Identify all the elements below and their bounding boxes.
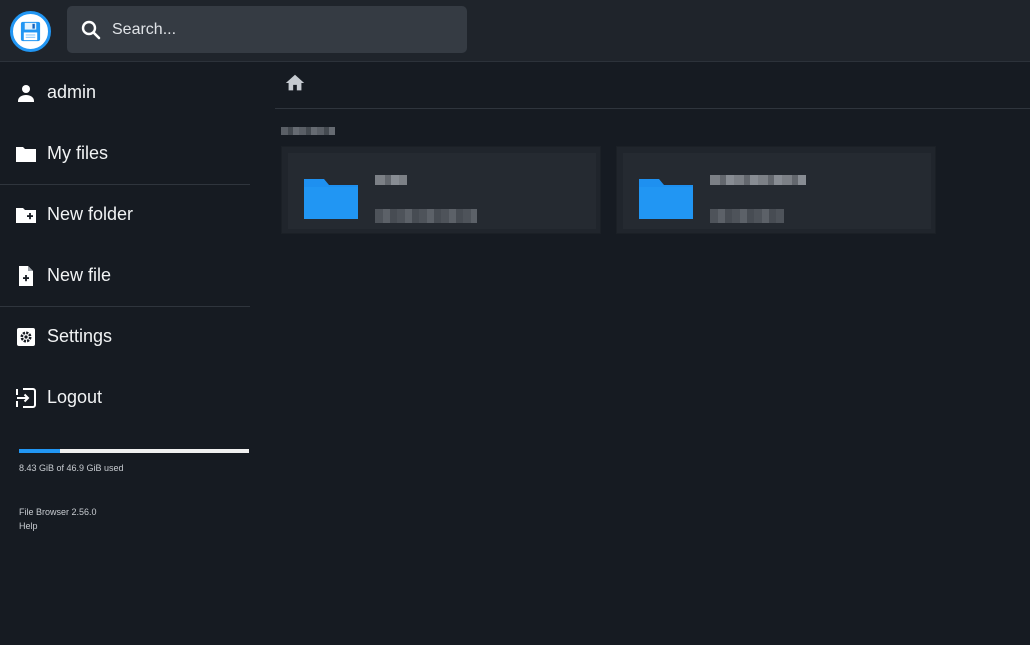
sidebar-item-label: My files — [47, 143, 109, 163]
help-link[interactable]: Help — [19, 519, 97, 533]
storage-usage-fill — [19, 449, 61, 453]
folder-icon — [639, 179, 693, 219]
storage-usage-bar — [19, 449, 249, 453]
folder-item-body — [288, 153, 596, 229]
search-input[interactable] — [110, 19, 440, 40]
sidebar-item-my-files[interactable]: My files — [0, 123, 250, 184]
person-icon — [18, 84, 34, 102]
folder-date-obscured — [710, 209, 784, 223]
sidebar-item-new-file[interactable]: New file — [0, 245, 250, 306]
sidebar: admin My files New folder New file Setti… — [0, 62, 250, 645]
sidebar-item-label: New folder — [47, 204, 134, 224]
sidebar-item-label: New file — [47, 265, 112, 285]
sidebar-item-label: Settings — [47, 326, 113, 346]
folder-item[interactable] — [281, 146, 601, 234]
storage-usage-text: 8.43 GiB of 46.9 GiB used — [19, 463, 124, 473]
version-text: File Browser 2.56.0 — [19, 507, 97, 517]
folder-item-body — [623, 153, 931, 229]
credits: File Browser 2.56.0 Help — [19, 505, 97, 533]
top-header — [0, 0, 1030, 62]
note-add-icon — [19, 265, 33, 286]
sidebar-item-logout[interactable]: Logout — [0, 367, 250, 428]
sidebar-item-settings[interactable]: Settings — [0, 306, 250, 367]
sidebar-item-label: admin — [47, 82, 97, 102]
folder-icon — [304, 179, 358, 219]
sidebar-item-new-folder[interactable]: New folder — [0, 184, 250, 245]
folder-date-obscured — [375, 209, 477, 223]
folder-name-obscured — [710, 175, 806, 185]
search-icon — [81, 20, 101, 39]
create-new-folder-icon — [16, 207, 36, 223]
breadcrumb — [275, 62, 1030, 109]
folders-section-label — [281, 127, 335, 135]
folder-name-obscured — [375, 175, 407, 185]
floppy-disk-icon — [20, 21, 41, 42]
folder-icon — [16, 146, 36, 162]
app-logo[interactable] — [10, 11, 51, 52]
home-icon[interactable] — [284, 72, 306, 94]
logout-icon — [16, 387, 36, 408]
sidebar-item-admin[interactable]: admin — [0, 62, 250, 123]
settings-icon — [17, 327, 35, 346]
folder-item[interactable] — [616, 146, 936, 234]
search-bar[interactable] — [67, 6, 467, 53]
sidebar-item-label: Logout — [47, 387, 103, 407]
